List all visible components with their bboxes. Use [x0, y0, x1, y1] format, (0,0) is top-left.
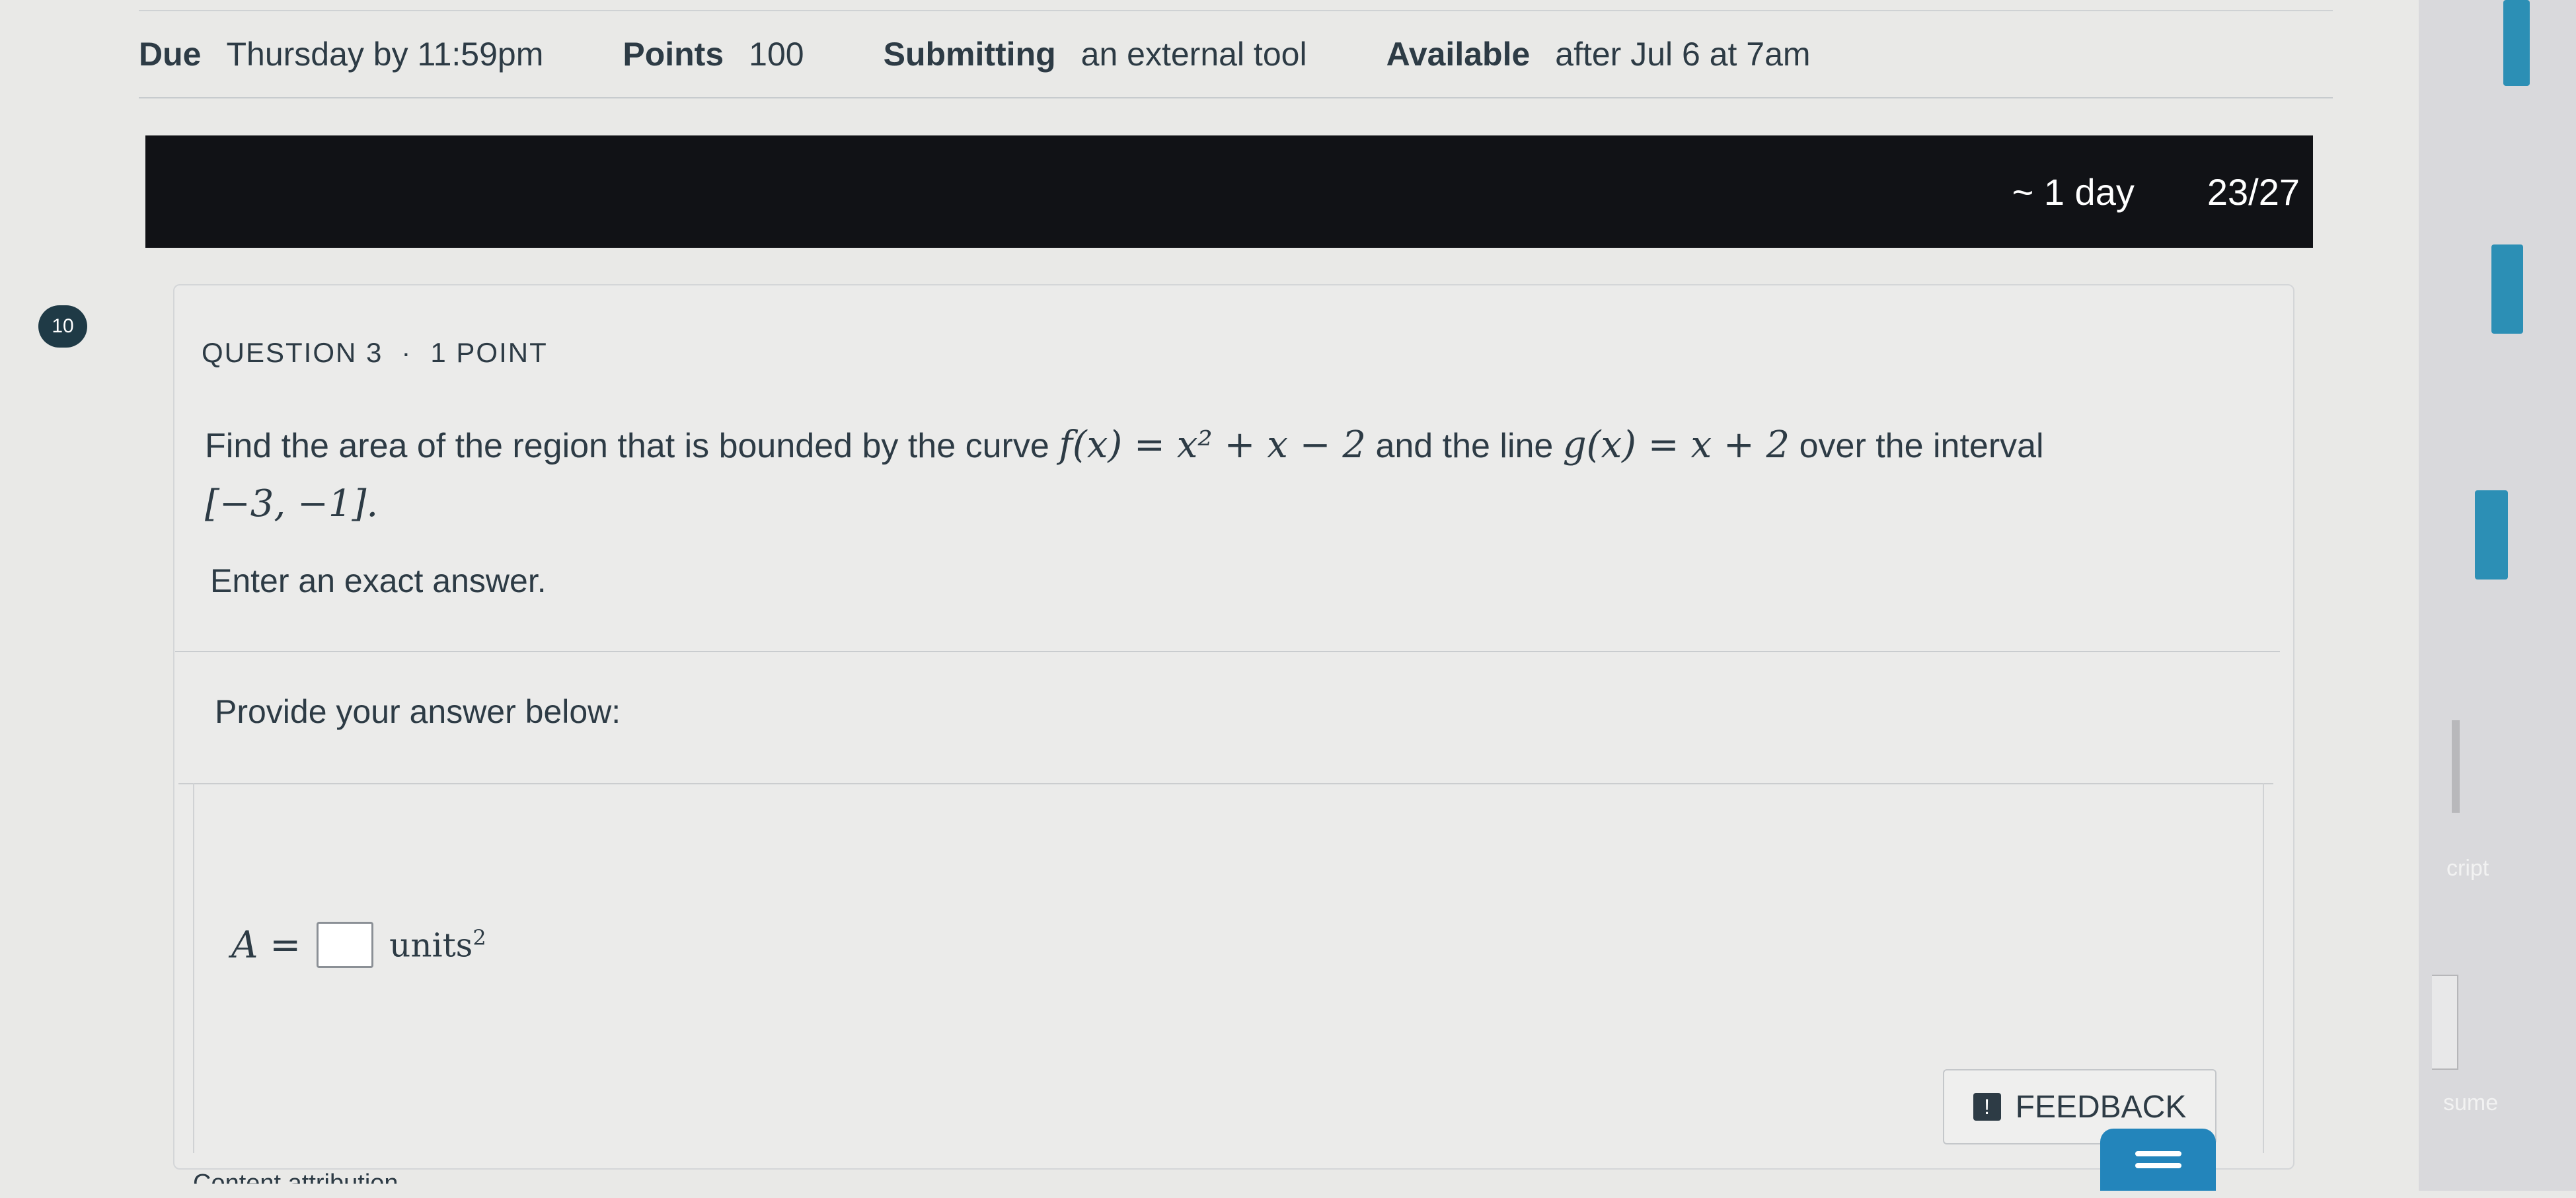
- menu-line: [2135, 1163, 2181, 1168]
- points-value: 100: [749, 36, 804, 73]
- points-info: Points 100: [623, 35, 804, 73]
- answer-input[interactable]: [317, 922, 374, 968]
- interval: [−3, −1].: [205, 482, 379, 525]
- question-header: QUESTION 3 · 1 POINT: [202, 337, 548, 369]
- question-badge: 10: [38, 305, 87, 348]
- menu-line: [2135, 1151, 2181, 1156]
- section-divider: [175, 651, 2280, 652]
- answer-instruction: Enter an exact answer.: [210, 562, 547, 599]
- units-exponent: 2: [473, 925, 486, 951]
- question-prompt: Find the area of the region that is boun…: [205, 416, 2187, 534]
- available-info: Available after Jul 6 at 7am: [1386, 35, 1811, 73]
- side-tab-2[interactable]: [2491, 244, 2523, 334]
- question-number: QUESTION 3: [202, 337, 383, 368]
- content-attribution[interactable]: Content attribution: [193, 1170, 398, 1184]
- due-label: Due: [139, 36, 202, 73]
- submitting-value: an external tool: [1080, 36, 1307, 73]
- side-label-1[interactable]: cript: [2446, 856, 2489, 881]
- due-value: Thursday by 11:59pm: [226, 36, 544, 73]
- side-scroll-handle[interactable]: [2452, 720, 2460, 813]
- side-panel-box: [2432, 975, 2458, 1070]
- prompt-text-2: and the line: [1366, 427, 1563, 465]
- curve-equation: f(x) = x² + x − 2: [1059, 424, 1367, 467]
- question-points: 1 POINT: [430, 337, 548, 368]
- answer-units: units2: [389, 925, 486, 965]
- submitting-label: Submitting: [883, 36, 1056, 73]
- side-tab-3[interactable]: [2475, 490, 2508, 580]
- points-label: Points: [623, 36, 724, 73]
- prompt-text-1: Find the area of the region that is boun…: [205, 427, 1059, 465]
- due-info: Due Thursday by 11:59pm: [139, 35, 543, 73]
- header-separator: ·: [401, 337, 412, 368]
- units-text: units: [389, 926, 473, 965]
- answer-row: A = units2: [231, 922, 486, 968]
- available-label: Available: [1386, 36, 1531, 73]
- line-equation: g(x) = x + 2: [1562, 424, 1790, 467]
- quiz-status-bar: ~ 1 day 23/27: [145, 135, 2313, 248]
- answer-variable: A =: [231, 923, 301, 967]
- answer-section-label: Provide your answer below:: [215, 693, 621, 730]
- submitting-info: Submitting an external tool: [884, 35, 1307, 73]
- feedback-icon: !: [1973, 1093, 2001, 1121]
- assignment-meta-bar: Due Thursday by 11:59pm Points 100 Submi…: [139, 10, 2333, 98]
- question-progress: 23/27: [2207, 170, 2300, 213]
- side-tab-1[interactable]: [2503, 0, 2530, 86]
- feedback-label: FEEDBACK: [2015, 1089, 2187, 1125]
- prompt-text-3: over the interval: [1790, 427, 2044, 465]
- available-value: after Jul 6 at 7am: [1555, 36, 1811, 73]
- time-remaining: ~ 1 day: [2012, 170, 2135, 213]
- side-label-2[interactable]: sume: [2443, 1090, 2498, 1116]
- menu-button[interactable]: [2100, 1129, 2216, 1191]
